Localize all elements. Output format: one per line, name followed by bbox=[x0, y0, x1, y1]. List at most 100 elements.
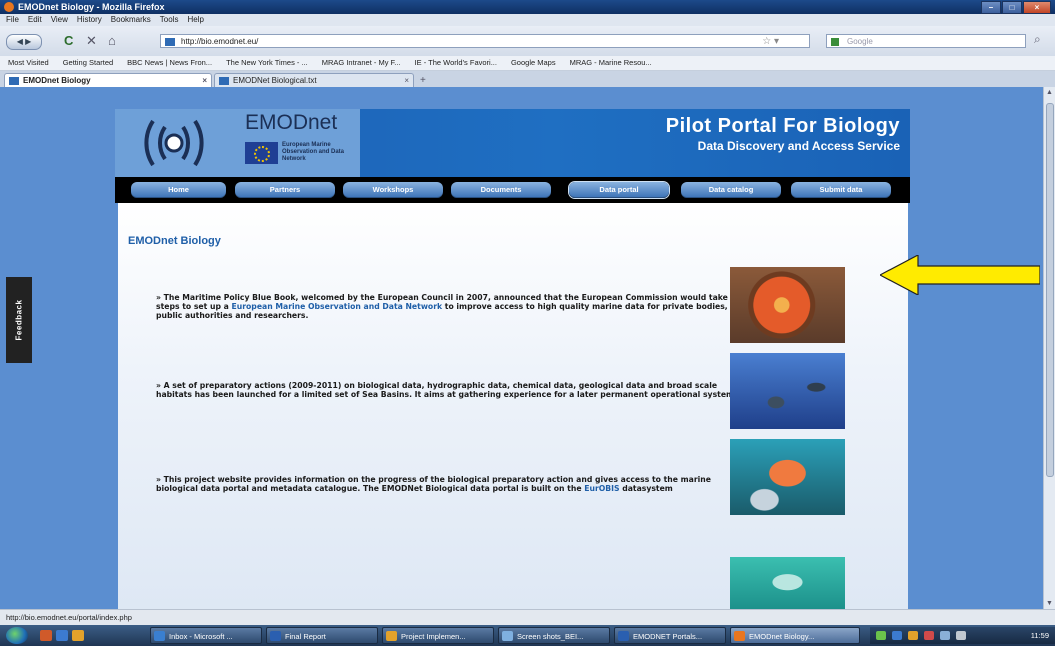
google-icon bbox=[831, 38, 839, 46]
taskbar-item[interactable]: Screen shots_BEI... bbox=[498, 627, 610, 644]
folder-icon bbox=[386, 631, 397, 641]
tray-icon[interactable] bbox=[908, 631, 918, 640]
search-placeholder: Google bbox=[847, 37, 873, 46]
menu-history[interactable]: History bbox=[77, 14, 102, 26]
quicklaunch-icon[interactable] bbox=[56, 630, 68, 641]
intro-paragraph-2: » A set of preparatory actions (2009-201… bbox=[156, 381, 751, 399]
tab-favicon-icon bbox=[9, 77, 19, 85]
intro-paragraph-1: » The Maritime Policy Blue Book, welcome… bbox=[156, 293, 751, 320]
menu-bookmarks[interactable]: Bookmarks bbox=[111, 14, 151, 26]
eurobis-link[interactable]: EurOBIS bbox=[584, 484, 619, 493]
new-tab-icon[interactable]: + bbox=[420, 75, 426, 86]
site-favicon-icon bbox=[165, 38, 175, 46]
taskbar-label: Project Implemen... bbox=[401, 632, 466, 641]
taskbar-item[interactable]: Final Report bbox=[266, 627, 378, 644]
nav-home[interactable]: Home bbox=[131, 182, 226, 198]
nav-workshops[interactable]: Workshops bbox=[343, 182, 443, 198]
bookmark-item[interactable]: The New York Times - ... bbox=[226, 56, 308, 70]
logo-panel: EMODnet European Marine Observation and … bbox=[115, 109, 360, 177]
menu-tools[interactable]: Tools bbox=[160, 14, 179, 26]
clock: 11:59 bbox=[1030, 631, 1049, 640]
maximize-button[interactable]: □ bbox=[1002, 1, 1022, 14]
bookmark-item[interactable]: Getting Started bbox=[63, 56, 113, 70]
tray-icon[interactable] bbox=[924, 631, 934, 640]
stop-icon[interactable]: ✕ bbox=[86, 33, 97, 49]
emodnet-link[interactable]: European Marine Observation and Data Net… bbox=[232, 302, 443, 311]
vertical-scrollbar[interactable]: ▲ ▼ bbox=[1043, 87, 1055, 609]
menu-file[interactable]: File bbox=[6, 14, 19, 26]
brand-subtitle: European Marine Observation and Data Net… bbox=[282, 142, 345, 162]
bookmark-item[interactable]: Most Visited bbox=[8, 56, 49, 70]
taskbar-item-active[interactable]: EMODnet Biology... bbox=[730, 627, 860, 644]
status-text: http://bio.emodnet.eu/portal/index.php bbox=[6, 613, 132, 622]
taskbar-label: Inbox - Microsoft ... bbox=[169, 632, 233, 641]
back-forward-button[interactable]: ◀ ▶ bbox=[6, 34, 42, 50]
nav-partners[interactable]: Partners bbox=[235, 182, 335, 198]
main-content: EMODnet Biology » The Maritime Policy Bl… bbox=[118, 203, 908, 609]
tab-emodnet-txt[interactable]: EMODNet Biological.txt × bbox=[214, 73, 414, 87]
site-brand: EMODnet bbox=[245, 111, 338, 134]
menu-help[interactable]: Help bbox=[187, 14, 203, 26]
bookmarks-toolbar: Most Visited Getting Started BBC News | … bbox=[0, 56, 1055, 71]
menu-view[interactable]: View bbox=[51, 14, 68, 26]
tab-close-icon[interactable]: × bbox=[202, 74, 207, 88]
menu-edit[interactable]: Edit bbox=[28, 14, 42, 26]
reload-icon[interactable]: C bbox=[64, 33, 73, 49]
home-icon[interactable]: ⌂ bbox=[108, 33, 116, 49]
page-title: EMODnet Biology bbox=[128, 235, 221, 247]
taskbar-label: Final Report bbox=[285, 632, 326, 641]
search-field[interactable]: Google bbox=[826, 34, 1026, 48]
bookmark-item[interactable]: BBC News | News Fron... bbox=[127, 56, 212, 70]
scrollbar-thumb[interactable] bbox=[1046, 103, 1054, 477]
taskbar-item[interactable]: Inbox - Microsoft ... bbox=[150, 627, 262, 644]
tray-icon[interactable] bbox=[876, 631, 886, 640]
nav-data-catalog[interactable]: Data catalog bbox=[681, 182, 781, 198]
jellyfish-photo bbox=[730, 557, 845, 609]
tab-close-icon[interactable]: × bbox=[404, 74, 409, 88]
window-controls: – □ × bbox=[981, 1, 1051, 14]
volume-icon[interactable] bbox=[956, 631, 966, 640]
close-button[interactable]: × bbox=[1023, 1, 1051, 14]
tab-favicon-icon bbox=[219, 77, 229, 85]
portal-subtitle: Data Discovery and Access Service bbox=[697, 139, 900, 153]
eu-flag-icon bbox=[245, 142, 278, 164]
site-header: EMODnet European Marine Observation and … bbox=[115, 109, 910, 177]
taskbar-label: EMODNET Portals... bbox=[633, 632, 703, 641]
quicklaunch-icon[interactable] bbox=[40, 630, 52, 641]
bookmark-star-icon[interactable]: ☆ ▾ bbox=[762, 35, 779, 49]
taskbar-item[interactable]: EMODNET Portals... bbox=[614, 627, 726, 644]
tab-emodnet-biology[interactable]: EMODnet Biology × bbox=[4, 73, 212, 87]
bookmark-item[interactable]: MRAG - Marine Resou... bbox=[570, 56, 652, 70]
window-title: EMODnet Biology - Mozilla Firefox bbox=[18, 2, 165, 12]
taskbar-label: Screen shots_BEI... bbox=[517, 632, 584, 641]
network-icon[interactable] bbox=[940, 631, 950, 640]
intro-paragraph-3: » This project website provides informat… bbox=[156, 475, 751, 493]
scroll-down-icon[interactable]: ▼ bbox=[1046, 600, 1053, 607]
feedback-tab[interactable]: Feedback bbox=[6, 277, 32, 363]
nav-data-portal[interactable]: Data portal bbox=[569, 182, 669, 198]
scroll-up-icon[interactable]: ▲ bbox=[1046, 89, 1053, 96]
bookmark-item[interactable]: MRAG Intranet - My F... bbox=[322, 56, 401, 70]
bookmark-item[interactable]: Google Maps bbox=[511, 56, 556, 70]
start-button-icon[interactable] bbox=[6, 627, 28, 644]
menu-bar: File Edit View History Bookmarks Tools H… bbox=[0, 14, 1055, 26]
word-icon bbox=[618, 631, 629, 641]
site-nav: Home Partners Workshops Documents Data p… bbox=[115, 177, 910, 203]
tray-icon[interactable] bbox=[892, 631, 902, 640]
url-bar[interactable]: http://bio.emodnet.eu/ ☆ ▾ bbox=[160, 34, 810, 48]
page-viewport: Feedback EMODnet European Marine Observa… bbox=[0, 87, 1043, 609]
tab-label: EMODNet Biological.txt bbox=[233, 76, 317, 85]
nav-submit-data[interactable]: Submit data bbox=[791, 182, 891, 198]
minimize-button[interactable]: – bbox=[981, 1, 1001, 14]
taskbar-label: EMODnet Biology... bbox=[749, 632, 815, 641]
taskbar-item[interactable]: Project Implemen... bbox=[382, 627, 494, 644]
quicklaunch-icon[interactable] bbox=[72, 630, 84, 641]
search-icon[interactable]: ⌕ bbox=[1034, 32, 1041, 47]
firefox-icon bbox=[734, 631, 745, 641]
sponge-photo bbox=[730, 439, 845, 515]
system-tray: 11:59 bbox=[870, 627, 1055, 644]
emodnet-logo-icon bbox=[144, 119, 204, 167]
bookmark-item[interactable]: IE - The World's Favori... bbox=[415, 56, 497, 70]
nav-documents[interactable]: Documents bbox=[451, 182, 551, 198]
outlook-icon bbox=[154, 631, 165, 641]
